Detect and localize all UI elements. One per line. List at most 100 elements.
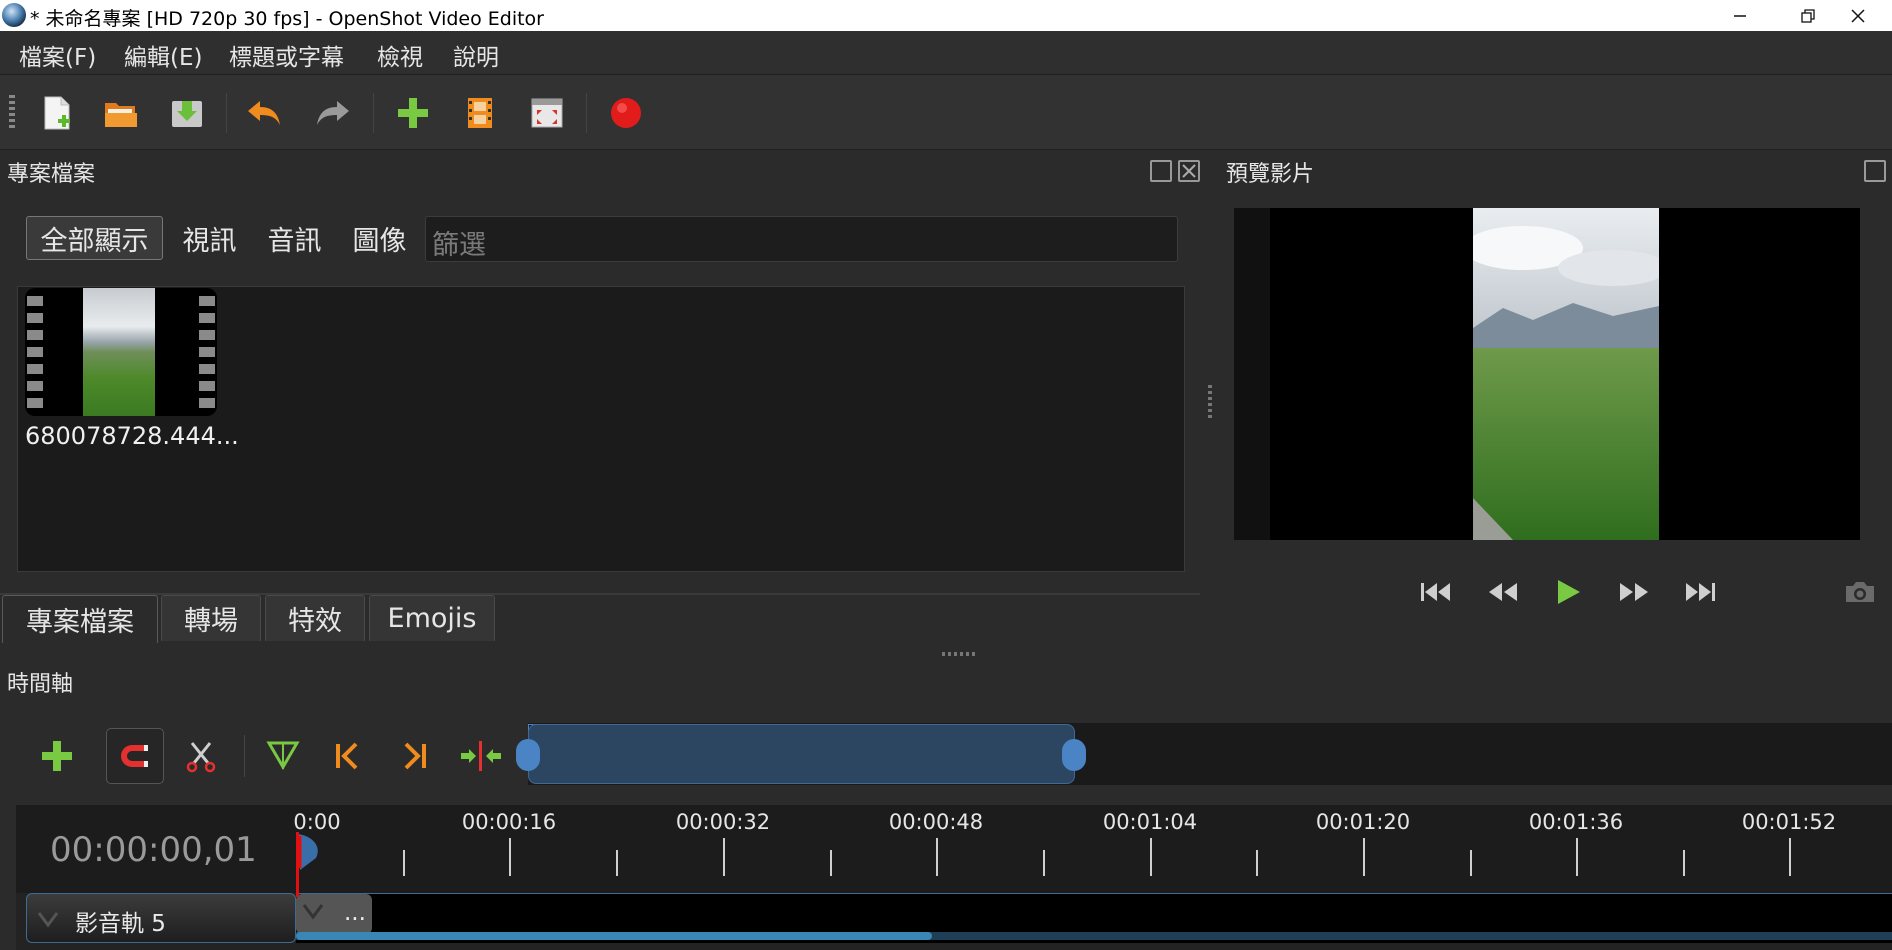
zoom-slider-range[interactable]: [528, 724, 1075, 784]
tab-emojis[interactable]: Emojis: [369, 595, 495, 641]
film-sprocket: [199, 296, 215, 408]
menu-bar: 檔案(F) 編輯(E) 標題或字幕 檢視 說明: [0, 31, 1892, 75]
fast-forward-button[interactable]: [1614, 574, 1654, 610]
file-thumbnail[interactable]: [25, 288, 217, 416]
jump-start-button[interactable]: [1416, 574, 1456, 610]
project-files-title: 專案檔案: [7, 162, 96, 187]
tick-mark: [1789, 838, 1791, 876]
save-project-icon: [172, 101, 202, 127]
export-button[interactable]: [606, 93, 646, 133]
rewind-button[interactable]: [1483, 574, 1523, 610]
profile-button[interactable]: [460, 93, 500, 133]
open-project-icon: [105, 103, 137, 127]
tab-effects[interactable]: 特效: [265, 595, 365, 641]
save-project-button[interactable]: [167, 93, 207, 133]
title-bar: * 未命名專案 [HD 720p 30 fps] - OpenShot Vide…: [0, 0, 1892, 31]
menu-view[interactable]: 檢視: [377, 38, 423, 72]
play-icon: [1558, 580, 1580, 604]
clip-label: ...: [344, 900, 366, 926]
menu-file[interactable]: 檔案(F): [19, 38, 96, 72]
snapshot-button[interactable]: [1840, 574, 1880, 610]
previous-marker-button[interactable]: [318, 728, 376, 784]
snapping-button[interactable]: [106, 728, 164, 784]
app-logo-icon: [2, 3, 26, 27]
tick-label: 00:01:52: [1741, 810, 1837, 834]
tick-label: 00:01:36: [1528, 810, 1624, 834]
filter-input[interactable]: 篩選: [425, 216, 1178, 262]
open-project-button[interactable]: [101, 93, 141, 133]
tab-transitions[interactable]: 轉場: [161, 595, 261, 641]
tick-mark: [1576, 838, 1578, 876]
menu-edit[interactable]: 編輯(E): [124, 38, 202, 72]
tick-label: 00:01:20: [1315, 810, 1411, 834]
next-marker-button[interactable]: [386, 728, 444, 784]
toolbar-grip[interactable]: [9, 95, 15, 131]
toolbar-separator: [226, 93, 227, 133]
filter-audio-button[interactable]: 音訊: [262, 216, 327, 260]
next-marker-icon: [404, 742, 426, 770]
timeline-clip[interactable]: ...: [296, 894, 372, 934]
center-playhead-button[interactable]: [452, 728, 510, 784]
magnet-icon: [121, 745, 148, 767]
razor-button[interactable]: [172, 728, 230, 784]
fullscreen-icon: [531, 98, 563, 128]
fullscreen-button[interactable]: [527, 93, 567, 133]
export-icon: [611, 98, 641, 128]
new-project-icon: [44, 96, 70, 130]
timeline-title: 時間軸: [7, 672, 74, 697]
toolbar-separator: [586, 93, 587, 133]
tick-mark: [1363, 838, 1365, 876]
redo-icon: [317, 101, 349, 125]
menu-title[interactable]: 標題或字幕: [229, 38, 344, 72]
timeline-scrollbar-thumb[interactable]: [296, 932, 932, 940]
import-files-icon: [398, 98, 428, 128]
playhead-line[interactable]: [296, 832, 299, 897]
play-button[interactable]: [1548, 574, 1588, 610]
playhead-handle-icon[interactable]: [296, 832, 322, 872]
main-toolbar: [0, 75, 1892, 150]
filter-image-button[interactable]: 圖像: [347, 216, 412, 260]
track-name: 影音軌 5: [75, 911, 166, 937]
add-track-button[interactable]: [28, 728, 86, 784]
tick-mark: [509, 838, 511, 876]
float-panel-icon[interactable]: [1864, 160, 1886, 182]
filter-all-button[interactable]: 全部顯示: [26, 216, 163, 260]
vertical-splitter[interactable]: [1208, 385, 1212, 421]
track-header[interactable]: 影音軌 5: [26, 893, 296, 943]
add-marker-button[interactable]: [254, 728, 312, 784]
tick-label: 0:00: [293, 810, 341, 834]
zoom-handle-left[interactable]: [516, 739, 540, 771]
zoom-handle-right[interactable]: [1062, 739, 1086, 771]
tick-mark: [723, 838, 725, 876]
close-button[interactable]: [1824, 0, 1892, 31]
video-frame: [83, 288, 155, 416]
float-panel-icon[interactable]: [1150, 160, 1172, 182]
tick-mark: [403, 850, 405, 876]
undo-button[interactable]: [245, 93, 285, 133]
center-playhead-icon: [461, 741, 501, 771]
previous-marker-icon: [336, 742, 358, 770]
minimize-button[interactable]: [1706, 0, 1774, 31]
horizontal-splitter[interactable]: [942, 652, 978, 656]
close-panel-icon[interactable]: [1178, 160, 1200, 182]
tick-mark: [1256, 850, 1258, 876]
tick-label: 00:00:16: [461, 810, 557, 834]
jump-end-button[interactable]: [1680, 574, 1720, 610]
import-files-button[interactable]: [393, 93, 433, 133]
tick-mark: [1150, 838, 1152, 876]
redo-button[interactable]: [312, 93, 352, 133]
timeline-toolbar-separator: [244, 735, 245, 777]
film-sprocket: [27, 296, 43, 408]
tick-mark: [1470, 850, 1472, 876]
tick-label: 00:01:04: [1102, 810, 1198, 834]
menu-help[interactable]: 說明: [453, 38, 499, 72]
new-project-button[interactable]: [37, 93, 77, 133]
minimize-icon: [1734, 14, 1746, 17]
file-name[interactable]: 680078728.444...: [25, 422, 239, 450]
fast-forward-icon: [1620, 583, 1648, 601]
tick-label: 00:00:48: [888, 810, 984, 834]
filter-video-button[interactable]: 視訊: [177, 216, 242, 260]
rewind-icon: [1489, 583, 1517, 601]
tick-mark: [616, 850, 618, 876]
tab-project-files[interactable]: 專案檔案: [2, 595, 158, 643]
